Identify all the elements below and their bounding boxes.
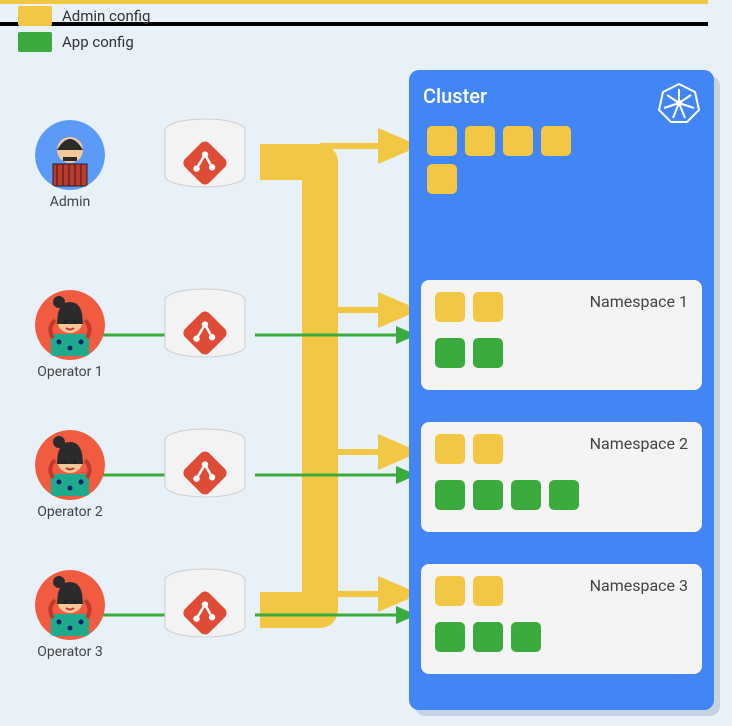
config-block [473,576,503,606]
config-block [541,126,571,156]
legend-app-label: App config [62,33,134,51]
config-block [549,480,579,510]
namespace-3: Namespace 3 [421,564,702,674]
git-repo-admin [160,118,250,198]
legend: Admin config App config [18,4,150,54]
namespace-2: Namespace 2 [421,422,702,532]
config-block [511,622,541,652]
git-repo-op3 [160,568,250,648]
config-block [435,576,465,606]
actor-operator-3: Operator 3 [15,570,125,660]
actor-operator-2: Operator 2 [15,430,125,520]
actor-admin-label: Admin [15,194,125,210]
git-repo-icon [160,568,250,648]
actor-operator2-label: Operator 2 [15,504,125,520]
legend-row-app: App config [18,30,150,54]
config-block [435,622,465,652]
namespace-2-title: Namespace 2 [590,434,688,453]
git-repo-icon [160,118,250,198]
avatar-operator-icon [35,570,105,640]
namespace-1-title: Namespace 1 [590,292,688,311]
legend-swatch-green [18,32,52,52]
namespace-2-blocks [435,434,610,510]
git-repo-icon [160,288,250,368]
git-repo-op1 [160,288,250,368]
config-block [435,338,465,368]
config-block [435,480,465,510]
config-block [435,434,465,464]
config-block [465,126,495,156]
config-block [427,126,457,156]
avatar-admin-icon [35,120,105,190]
avatar-operator-icon [35,430,105,500]
cluster-panel: Cluster Namespace 1 Namespace 2 Namespac… [409,70,714,710]
config-block [473,338,503,368]
actor-operator-1: Operator 1 [15,290,125,380]
namespace-1-blocks [435,292,610,368]
config-block [473,622,503,652]
config-block [473,434,503,464]
config-block [503,126,533,156]
legend-row-admin: Admin config [18,4,150,28]
namespace-3-title: Namespace 3 [590,576,688,595]
legend-admin-label: Admin config [62,7,150,25]
cluster-admin-blocks [427,126,592,194]
actor-operator3-label: Operator 3 [15,644,125,660]
namespace-3-blocks [435,576,610,652]
actor-admin: Admin [15,120,125,210]
config-block [511,480,541,510]
config-block [427,164,457,194]
actor-operator1-label: Operator 1 [15,364,125,380]
namespace-1: Namespace 1 [421,280,702,390]
git-repo-op2 [160,428,250,508]
config-block [435,292,465,322]
legend-swatch-yellow [18,6,52,26]
config-block [473,480,503,510]
avatar-operator-icon [35,290,105,360]
git-repo-icon [160,428,250,508]
kubernetes-icon [658,82,700,124]
config-block [473,292,503,322]
